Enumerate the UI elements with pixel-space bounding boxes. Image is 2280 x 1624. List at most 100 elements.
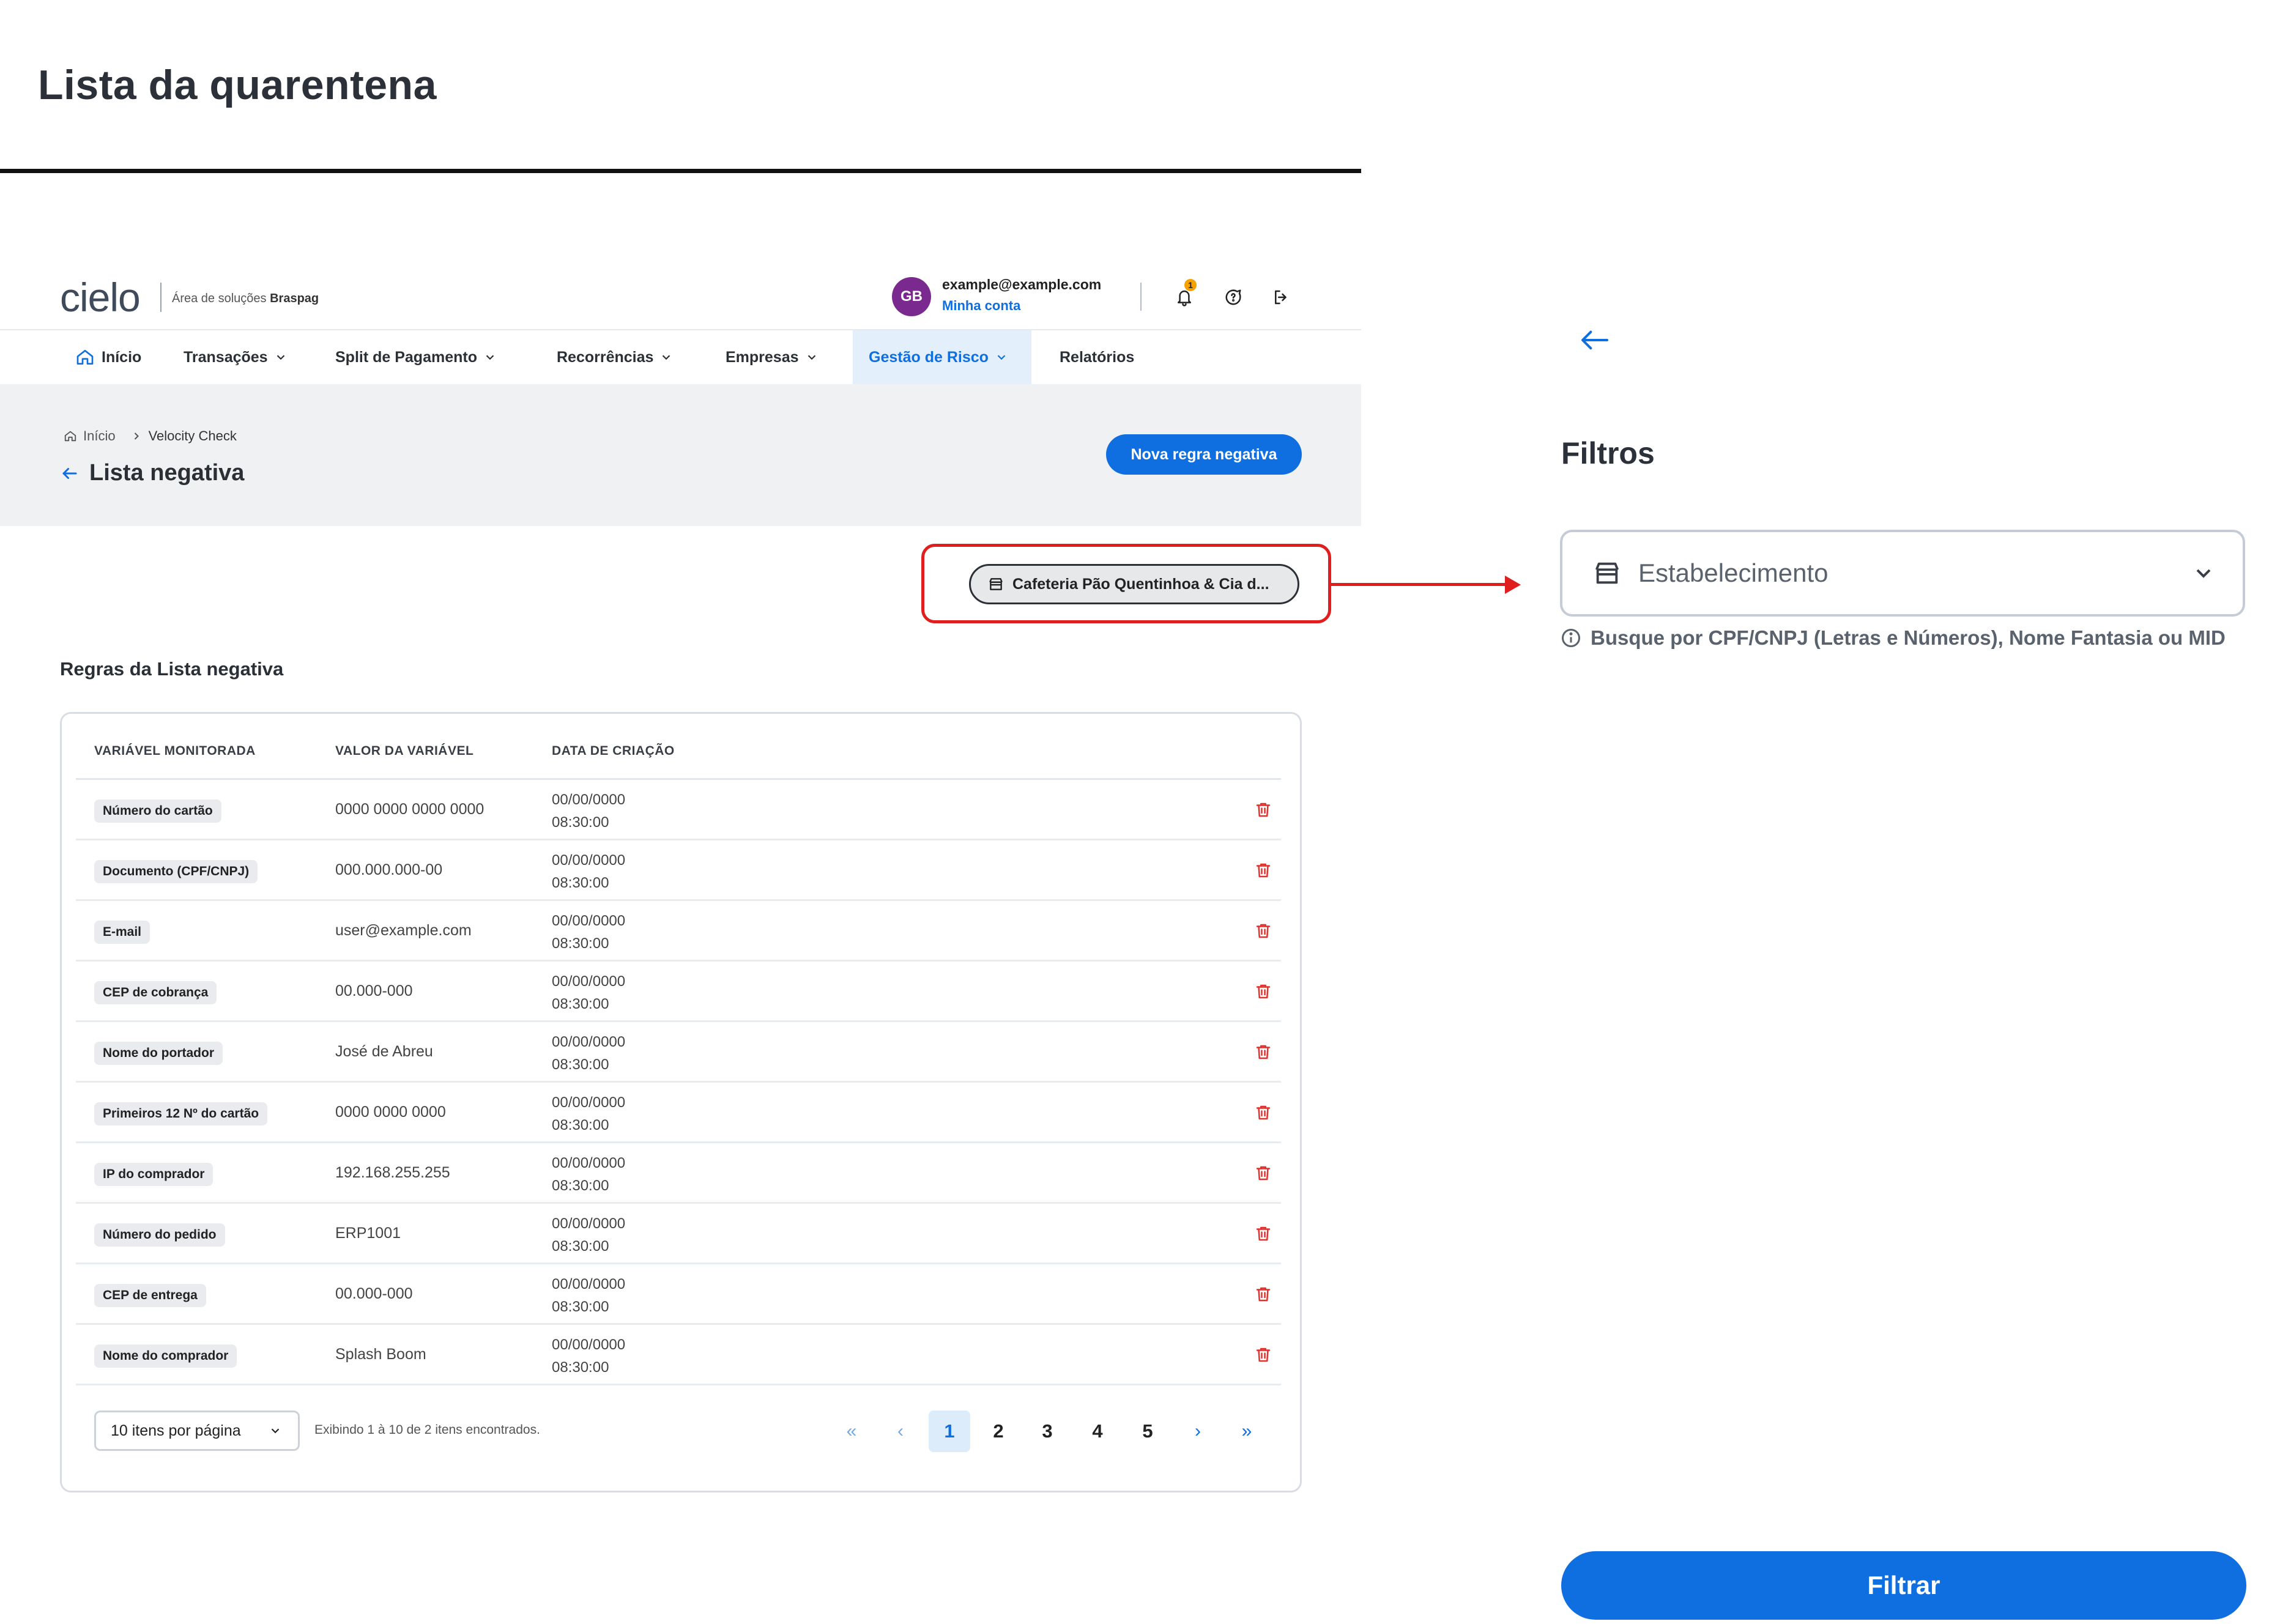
nav-item-transacoes[interactable]: Transações — [184, 330, 288, 384]
trash-icon[interactable] — [1254, 861, 1272, 880]
establishment-select[interactable]: Estabelecimento — [1560, 530, 2245, 617]
table-row: Primeiros 12 Nº do cartão 0000 0000 0000… — [76, 1083, 1281, 1143]
store-icon — [989, 578, 1003, 590]
nav-item-inicio[interactable]: Início — [75, 330, 141, 384]
merchant-chip[interactable]: Cafeteria Pão Quentinhoa & Cia d... — [969, 564, 1299, 604]
table-row: Número do pedido ERP1001 00/00/0000 08:30… — [76, 1204, 1281, 1264]
creation-date: 00/00/0000 08:30:00 — [552, 1273, 625, 1318]
page-button-3[interactable]: 3 — [1027, 1411, 1068, 1452]
page-button-4[interactable]: 4 — [1077, 1411, 1118, 1452]
info-icon — [1562, 629, 1580, 647]
variable-pill: Número do pedido — [94, 1223, 225, 1247]
time-text: 08:30:00 — [552, 875, 609, 891]
chat-help-icon — [1225, 289, 1241, 305]
variable-pill: Nome do portador — [94, 1042, 223, 1065]
nav-item-relatorios[interactable]: Relatórios — [1060, 330, 1134, 384]
help-button[interactable] — [1221, 285, 1246, 310]
nav-label: Empresas — [726, 348, 799, 366]
chevron-down-icon — [997, 355, 1006, 360]
my-account-link[interactable]: Minha conta — [942, 298, 1020, 314]
column-header-value: VALOR DA VARIÁVEL — [335, 744, 474, 758]
trash-icon[interactable] — [1254, 922, 1272, 940]
variable-pill: Número do cartão — [94, 799, 221, 823]
chevron-down-icon — [486, 355, 494, 360]
back-arrow-icon[interactable] — [1580, 328, 1610, 352]
creation-date: 00/00/0000 08:30:00 — [552, 1031, 625, 1076]
date-text: 00/00/0000 — [552, 1094, 626, 1111]
pagination-info: Exibindo 1 à 10 de 2 itens encontrados. — [314, 1423, 540, 1437]
variable-pill: CEP de cobrança — [94, 981, 217, 1004]
filter-help-text: Busque por CPF/CNPJ (Letras e Números), … — [1560, 626, 2226, 650]
creation-date: 00/00/0000 08:30:00 — [552, 970, 625, 1015]
nav-item-split[interactable]: Split de Pagamento — [335, 330, 497, 384]
variable-value: José de Abreu — [335, 1043, 433, 1060]
variable-pill: Nome do comprador — [94, 1344, 237, 1368]
first-page-button[interactable]: « — [831, 1411, 872, 1452]
trash-icon[interactable] — [1254, 1346, 1272, 1364]
table-row: Número do cartão 0000 0000 0000 0000 00/… — [76, 780, 1281, 840]
breadcrumb-current[interactable]: Velocity Check — [149, 428, 237, 444]
time-text: 08:30:00 — [552, 935, 609, 952]
home-icon — [64, 431, 76, 442]
callout-arrow-line — [1331, 583, 1509, 586]
table-row: Nome do comprador Splash Boom 00/00/0000… — [76, 1325, 1281, 1385]
page-button-1[interactable]: 1 — [929, 1411, 970, 1452]
callout-arrow-head — [1505, 576, 1521, 594]
trash-icon[interactable] — [1254, 801, 1272, 819]
nav-label: Relatórios — [1060, 348, 1135, 366]
brand-subtitle-prefix: Área de soluções — [172, 292, 267, 305]
last-page-button[interactable]: » — [1226, 1411, 1268, 1452]
variable-pill: Documento (CPF/CNPJ) — [94, 860, 258, 883]
page-button-5[interactable]: 5 — [1127, 1411, 1168, 1452]
logo-divider — [160, 283, 162, 312]
chevron-right-icon — [134, 432, 139, 440]
breadcrumb-home[interactable]: Início — [83, 428, 116, 444]
logout-button[interactable] — [1269, 285, 1293, 310]
new-negative-rule-button[interactable]: Nova regra negativa — [1106, 434, 1302, 475]
merchant-chip-label: Cafeteria Pão Quentinhoa & Cia d... — [1012, 575, 1269, 593]
trash-icon[interactable] — [1254, 982, 1272, 1001]
chevron-down-icon — [663, 355, 670, 360]
creation-date: 00/00/0000 08:30:00 — [552, 788, 625, 834]
trash-icon[interactable] — [1254, 1043, 1272, 1061]
filters-title: Filtros — [1561, 436, 1655, 470]
trash-icon[interactable] — [1254, 1164, 1272, 1182]
time-text: 08:30:00 — [552, 814, 609, 831]
prev-page-button[interactable]: ‹ — [880, 1411, 921, 1452]
avatar[interactable]: GB — [892, 277, 931, 316]
table-row: E-mail user@example.com 00/00/0000 08:30:… — [76, 901, 1281, 962]
time-text: 08:30:00 — [552, 1238, 609, 1255]
creation-date: 00/00/0000 08:30:00 — [552, 1152, 625, 1197]
column-header-variable: VARIÁVEL MONITORADA — [94, 744, 256, 758]
nav-label: Transações — [184, 348, 268, 366]
nav-item-gestao-risco[interactable]: Gestão de Risco — [853, 330, 1031, 384]
logout-icon — [1275, 290, 1287, 305]
chevron-down-icon — [808, 355, 815, 360]
brand-subtitle: Área de soluções Braspag — [172, 292, 319, 306]
column-header-date: DATA DE CRIAÇÃO — [552, 744, 675, 758]
trash-icon[interactable] — [1254, 1103, 1272, 1122]
store-icon — [1595, 562, 1619, 584]
nav-item-empresas[interactable]: Empresas — [726, 330, 819, 384]
back-arrow-icon[interactable] — [60, 464, 80, 483]
account-email: example@example.com — [942, 276, 1102, 292]
time-text: 08:30:00 — [552, 996, 609, 1012]
header-divider — [1140, 283, 1142, 311]
variable-pill: Primeiros 12 Nº do cartão — [94, 1102, 268, 1125]
next-page-button[interactable]: › — [1177, 1411, 1219, 1452]
trash-icon[interactable] — [1254, 1225, 1272, 1243]
table-row: Documento (CPF/CNPJ) 000.000.000-00 00/0… — [76, 840, 1281, 901]
page-button-2[interactable]: 2 — [978, 1411, 1019, 1452]
breadcrumb: Início Velocity Check — [64, 428, 237, 444]
nav-item-recorrencias[interactable]: Recorrências — [557, 330, 673, 384]
variable-value: 000.000.000-00 — [335, 861, 443, 878]
variable-pill: E-mail — [94, 921, 150, 944]
variable-value: user@example.com — [335, 922, 472, 939]
trash-icon[interactable] — [1254, 1285, 1272, 1303]
items-per-page-select[interactable]: 10 itens por página — [94, 1411, 300, 1451]
date-text: 00/00/0000 — [552, 1276, 626, 1292]
cielo-logo[interactable]: cielo — [60, 274, 141, 321]
filter-submit-button[interactable]: Filtrar — [1561, 1551, 2246, 1620]
main-nav: Início Transações Split de Pagamento Rec… — [0, 329, 1361, 385]
nav-label: Split de Pagamento — [335, 348, 477, 366]
